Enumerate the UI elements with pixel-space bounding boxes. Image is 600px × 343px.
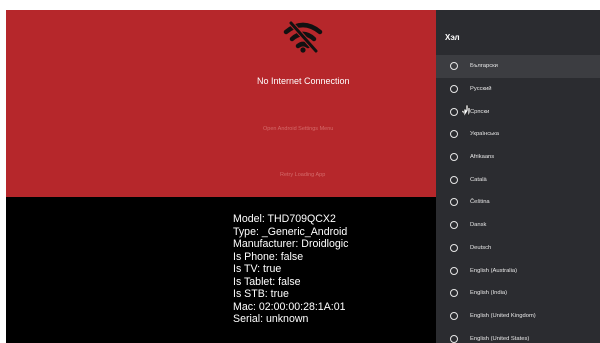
language-item[interactable]: Deutsch [436, 237, 600, 260]
radio-button[interactable] [450, 130, 458, 139]
radio-button[interactable] [450, 153, 458, 162]
language-item[interactable]: English (Australia) [436, 259, 600, 282]
language-label: Čeština [470, 199, 490, 206]
retry-button[interactable]: Retry Loading App [280, 172, 325, 178]
device-mac: Mac: 02:00:00:28:1A:01 [233, 300, 346, 313]
language-item[interactable]: Afrikaans [436, 146, 600, 169]
language-label: Català [470, 176, 487, 183]
device-manufacturer: Manufacturer: Droidlogic [233, 238, 349, 250]
language-list: Български Русский Српски Українська Afri… [436, 55, 600, 343]
language-label: Dansk [470, 222, 487, 229]
language-label: Български [470, 63, 498, 70]
radio-button[interactable] [450, 107, 458, 116]
language-label: English (India) [470, 290, 508, 297]
device-serial: Serial: unknown [233, 313, 309, 325]
open-settings-button[interactable]: Open Android Settings Menu [263, 126, 333, 132]
language-label: Русский [470, 86, 492, 93]
radio-button[interactable] [450, 62, 458, 71]
wifi-off-icon [283, 21, 323, 53]
language-item[interactable]: Русский [436, 78, 600, 101]
pointer-cursor-icon [461, 104, 471, 117]
radio-button[interactable] [450, 266, 458, 275]
radio-button[interactable] [450, 243, 458, 252]
device-type: Type: _Generic_Android [233, 225, 348, 238]
language-item[interactable]: English (India) [436, 282, 600, 305]
radio-button[interactable] [450, 85, 458, 94]
device-is-tv: Is TV: true [233, 263, 282, 275]
language-label: Українська [470, 131, 500, 138]
error-panel [6, 10, 436, 197]
language-label: Afrikaans [470, 154, 495, 161]
device-is-phone: Is Phone: false [233, 250, 304, 263]
radio-button[interactable] [450, 198, 458, 207]
language-item[interactable]: Български [436, 55, 600, 78]
device-info: Model: THD709QCX2 Type: _Generic_Android… [233, 213, 348, 326]
language-item[interactable]: Dansk [436, 214, 600, 237]
radio-button[interactable] [450, 311, 458, 320]
device-is-tablet: Is Tablet: false [233, 275, 301, 288]
radio-button[interactable] [450, 221, 458, 230]
language-item[interactable]: English (United Kingdom) [436, 305, 600, 328]
device-model: Model: THD709QCX2 [233, 213, 336, 225]
language-label: Deutsch [470, 244, 492, 251]
radio-button[interactable] [450, 334, 458, 343]
language-label: English (United States) [470, 335, 530, 342]
radio-button[interactable] [450, 289, 458, 298]
language-label: English (United Kingdom) [470, 312, 536, 319]
language-item[interactable]: Català [436, 168, 600, 191]
screen: No Internet Connection Open Android Sett… [0, 0, 600, 343]
language-label: English (Australia) [470, 267, 518, 274]
language-item[interactable]: Українська [436, 123, 600, 146]
error-title: No Internet Connection [257, 76, 350, 86]
device-info-panel [6, 197, 436, 343]
radio-button[interactable] [450, 175, 458, 184]
device-is-stb: Is STB: true [233, 288, 289, 300]
language-item[interactable]: English (United States) [436, 327, 600, 343]
language-panel-title: Хэл [445, 33, 460, 42]
language-item[interactable]: Čeština [436, 191, 600, 214]
